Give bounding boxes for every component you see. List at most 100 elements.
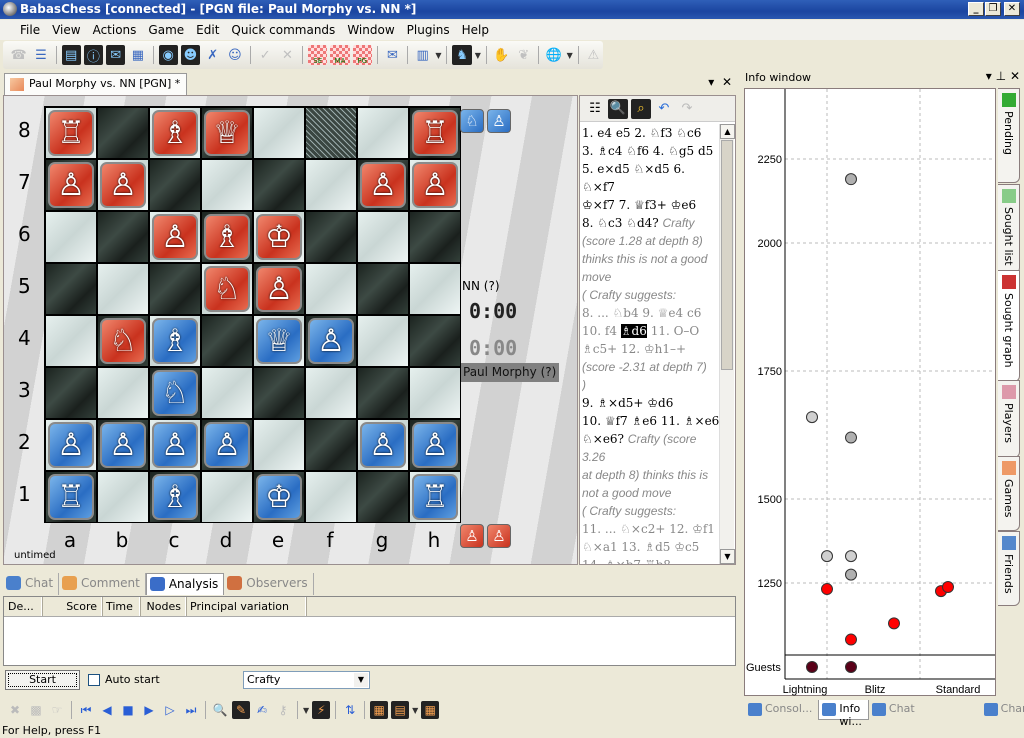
menu-window[interactable]: Window (341, 23, 400, 37)
last-move-icon[interactable]: ⏭ (182, 701, 200, 719)
notation-icon[interactable]: ▦ (128, 45, 147, 65)
square-a7[interactable]: ♙ (45, 159, 97, 211)
side-tab-games[interactable]: Games (998, 456, 1020, 531)
square-b6[interactable] (97, 211, 149, 263)
next-move-icon[interactable]: ▶ (140, 701, 158, 719)
blue-rook-piece[interactable]: ♖ (48, 474, 94, 520)
square-g3[interactable] (357, 367, 409, 419)
zoom-search-icon[interactable]: 🔍 (608, 98, 628, 119)
square-h7[interactable]: ♙ (409, 159, 461, 211)
menu-game[interactable]: Game (142, 23, 190, 37)
square-c8[interactable]: ♗ (149, 107, 201, 159)
blue-pawn-piece[interactable]: ♙ (152, 422, 198, 468)
side-tab-players[interactable]: Players (998, 380, 1020, 458)
move-text[interactable]: 11. ... ♘×c2+ 12. ♔f1 (582, 522, 715, 536)
auto-start-checkbox[interactable]: Auto start (88, 673, 160, 686)
square-c7[interactable] (149, 159, 201, 211)
move-text[interactable]: ♔×f7 7. ♕f3+ ♔e6 (582, 198, 696, 212)
square-g8[interactable] (357, 107, 409, 159)
square-e3[interactable] (253, 367, 305, 419)
move-text[interactable]: 14. ♗×b7 ♖b8 (582, 558, 671, 564)
traffic-light-icon[interactable]: ◉ (158, 45, 178, 65)
square-e6[interactable]: ♔ (253, 211, 305, 263)
square-h5[interactable] (409, 263, 461, 315)
square-d6[interactable]: ♗ (201, 211, 253, 263)
menu-view[interactable]: View (46, 23, 86, 37)
red-pawn-piece[interactable]: ♙ (412, 162, 458, 208)
pgn-list-icon[interactable]: ☰ (31, 45, 50, 65)
info-tab-0[interactable]: Consol... (745, 700, 818, 720)
document-dropdown-button[interactable]: ▾ (708, 75, 714, 89)
square-e7[interactable] (253, 159, 305, 211)
square-h1[interactable]: ♖ (409, 471, 461, 523)
blue-rook-piece[interactable]: ♖ (412, 474, 458, 520)
menu-actions[interactable]: Actions (87, 23, 143, 37)
red-pawn-piece[interactable]: ♙ (256, 266, 302, 312)
side-tab-friends[interactable]: Friends (998, 531, 1020, 606)
blue-king-piece[interactable]: ♔ (256, 474, 302, 520)
start-analysis-button[interactable]: Start (5, 670, 80, 690)
square-a2[interactable]: ♙ (45, 419, 97, 471)
move-text[interactable]: ) (582, 378, 586, 392)
square-d7[interactable] (201, 159, 253, 211)
undo-icon[interactable]: ↶ (654, 99, 674, 119)
red-queen-piece[interactable]: ♕ (204, 110, 250, 156)
globe-icon[interactable]: 🌐 (544, 45, 563, 65)
move-text[interactable]: 11. O–O (647, 324, 700, 338)
layout-icon[interactable]: ▥ (413, 45, 432, 65)
pin-icon[interactable]: ⊥ (996, 69, 1006, 83)
info-tab-3[interactable]: Chann... (981, 700, 1024, 720)
calculator-icon[interactable]: ▦ (421, 701, 440, 719)
square-g4[interactable] (357, 315, 409, 367)
info-tab-2[interactable]: Chat (869, 700, 921, 720)
seek-icon[interactable]: SE (308, 45, 328, 65)
square-b2[interactable]: ♙ (97, 419, 149, 471)
blue-bishop-piece[interactable]: ♗ (152, 318, 198, 364)
remove-user-icon[interactable]: ✗ (203, 45, 222, 65)
square-d5[interactable]: ♘ (201, 263, 253, 315)
move-text[interactable]: 1. e4 e5 2. ♘f3 ♘c6 (582, 126, 701, 140)
moves-scrollbar[interactable]: ▲ ▼ (719, 124, 735, 564)
info-window-icon[interactable]: ⓘ (83, 45, 104, 65)
square-d8[interactable]: ♕ (201, 107, 253, 159)
prev-move-icon[interactable]: ◀ (98, 701, 116, 719)
move-text[interactable]: (score 1.28 at depth 8) (582, 234, 703, 248)
blue-pawn-piece[interactable]: ♙ (204, 422, 250, 468)
red-rook-piece[interactable]: ♖ (48, 110, 94, 156)
scroll-thumb[interactable] (721, 140, 733, 370)
square-g6[interactable] (357, 211, 409, 263)
coordinates-icon[interactable]: ▦ (370, 701, 389, 719)
move-text[interactable]: 3. ♗c4 ♘f6 4. ♘g5 d5 (582, 144, 713, 158)
chevron-down-icon[interactable]: ▼ (435, 51, 441, 60)
red-knight-piece[interactable]: ♘ (204, 266, 250, 312)
square-e2[interactable] (253, 419, 305, 471)
menu-plugins[interactable]: Plugins (401, 23, 456, 37)
column-header-4[interactable]: Principal variation (186, 597, 306, 616)
move-text[interactable]: not a good move (582, 486, 671, 500)
blue-pawn-piece[interactable]: ♙ (360, 422, 406, 468)
clock-icon[interactable]: ⚡ (312, 701, 331, 719)
match-icon[interactable]: MA (330, 45, 350, 65)
square-g5[interactable] (357, 263, 409, 315)
square-e5[interactable]: ♙ (253, 263, 305, 315)
tab-chat[interactable]: Chat (3, 573, 60, 595)
move-text[interactable]: ( Crafty suggests: (582, 504, 676, 518)
square-g2[interactable]: ♙ (357, 419, 409, 471)
square-d4[interactable] (201, 315, 253, 367)
square-c4[interactable]: ♗ (149, 315, 201, 367)
sought-graph-svg[interactable]: 1250 1500 1750 2000 2250 GuestsLightning Blitz… (745, 89, 997, 697)
square-c1[interactable]: ♗ (149, 471, 201, 523)
red-bishop-piece[interactable]: ♗ (152, 110, 198, 156)
square-f7[interactable] (305, 159, 357, 211)
square-d1[interactable] (201, 471, 253, 523)
red-pawn-piece[interactable]: ♙ (100, 162, 146, 208)
red-rook-piece[interactable]: ♖ (412, 110, 458, 156)
red-bishop-piece[interactable]: ♗ (204, 214, 250, 260)
board-settings-icon[interactable]: ▤ (391, 701, 410, 719)
square-h3[interactable] (409, 367, 461, 419)
checkbox-box[interactable] (88, 673, 100, 686)
move-text[interactable]: 9. ♗×d5+ ♔d6 (582, 396, 673, 410)
square-a4[interactable] (45, 315, 97, 367)
blue-queen-piece[interactable]: ♕ (256, 318, 302, 364)
menu-help[interactable]: Help (456, 23, 495, 37)
